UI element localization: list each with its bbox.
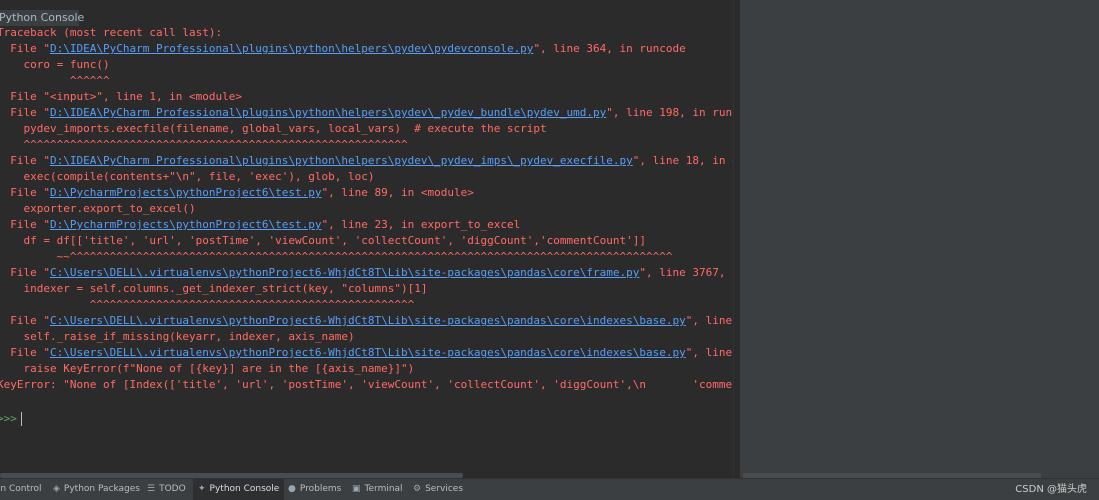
tab-label: Problems (299, 484, 342, 494)
watermark: CSDN @猫头虎 (1015, 484, 1087, 495)
console-line: ^^^^^^^^^^^^^^^^^^^^^^^^^^^^^^^^^^^^^^^^… (0, 137, 733, 153)
console-line: File "D:\IDEA\PyCharm Professional\plugi… (0, 153, 733, 169)
console-line: exec(compile(contents+"\n", file, 'exec'… (0, 169, 733, 185)
tab-label: Python Console (209, 484, 280, 494)
text-cursor (21, 412, 22, 426)
console-line: File "<input>", line 1, in <module> (0, 89, 733, 105)
file-path-link[interactable]: D:\PycharmProjects\pythonProject6\test.p… (50, 218, 322, 231)
file-path-link[interactable]: C:\Users\DELL\.virtualenvs\pythonProject… (50, 346, 686, 359)
console-text: ", line 198, in runfile (606, 106, 733, 119)
console-text: File " (0, 346, 50, 359)
console-line: raise KeyError(f"None of [{key}] are in … (0, 361, 733, 377)
tab-services[interactable]: ⚙ Services (408, 479, 468, 500)
console-line: df = df[['title', 'url', 'postTime', 'vi… (0, 233, 733, 249)
console-line: self._raise_if_missing(keyarr, indexer, … (0, 329, 733, 345)
python-packages-icon: ◈ (53, 484, 60, 494)
tab-label: Services (425, 484, 464, 494)
tab-python-console[interactable]: ✦ Python Console (193, 479, 285, 500)
tab-version-control[interactable]: Version Control (0, 479, 47, 500)
console-text: ", line 364, in runcode (533, 42, 686, 55)
console-text: ", line 23, in export_to_excel (321, 218, 521, 231)
console-text: File " (0, 106, 50, 119)
console-line: File "D:\IDEA\PyCharm Professional\plugi… (0, 41, 733, 57)
tab-python-packages[interactable]: ◈ Python Packages (48, 479, 145, 500)
file-path-link[interactable]: C:\Users\DELL\.virtualenvs\pythonProject… (50, 314, 686, 327)
tab-label: Terminal (364, 484, 403, 494)
console-text: ^^^^^^^^^^^^^^^^^^^^^^^^^^^^^^^^^^^^^^^^… (0, 138, 408, 151)
terminal-icon: ▣ (352, 484, 361, 494)
tab-terminal[interactable]: ▣ Terminal (347, 479, 408, 500)
console-text: File " (0, 154, 50, 167)
console-text: df = df[['title', 'url', 'postTime', 'vi… (0, 234, 647, 247)
console-text: raise KeyError(f"None of [{key}] are in … (0, 362, 415, 375)
console-text: ~~^^^^^^^^^^^^^^^^^^^^^^^^^^^^^^^^^^^^^^… (0, 250, 673, 263)
console-text: ", line 18, in execfile (632, 154, 733, 167)
console-line: File "C:\Users\DELL\.virtualenvs\pythonP… (0, 313, 733, 329)
console-text: ^^^^^^ (0, 74, 110, 87)
console-text: File " (0, 266, 50, 279)
variables-panel[interactable] (740, 0, 1099, 478)
console-line: ^^^^^^ (0, 73, 733, 89)
console-prompt: >>> (0, 412, 17, 425)
console-text: ", line 5938, in _raise_if_missing (685, 346, 733, 359)
tab-label: Python Packages (63, 484, 140, 494)
tab-todo[interactable]: ☰ TODO (142, 479, 191, 500)
tab-label: Version Control (0, 484, 42, 494)
console-line: File "D:\PycharmProjects\pythonProject6\… (0, 217, 733, 233)
console-text: File " (0, 314, 50, 327)
tab-problems[interactable]: ● Problems (283, 479, 346, 500)
console-text: exporter.export_to_excel() (0, 202, 196, 215)
file-path-link[interactable]: D:\IDEA\PyCharm Professional\plugins\pyt… (50, 42, 533, 55)
file-path-link[interactable]: D:\IDEA\PyCharm Professional\plugins\pyt… (50, 106, 606, 119)
console-text: Traceback (most recent call last): (0, 26, 223, 39)
services-icon: ⚙ (413, 484, 422, 494)
traceback-lines: Traceback (most recent call last): File … (0, 25, 733, 393)
console-text: KeyError: "None of [Index(['title', 'url… (0, 378, 733, 391)
console-line: pydev_imports.execfile(filename, global_… (0, 121, 733, 137)
python-console-icon: ✦ (198, 484, 206, 494)
todo-icon: ☰ (147, 484, 156, 494)
console-line: KeyError: "None of [Index(['title', 'url… (0, 377, 733, 393)
console-text: indexer = self.columns._get_indexer_stri… (0, 282, 428, 295)
console-line: ^^^^^^^^^^^^^^^^^^^^^^^^^^^^^^^^^^^^^^^^… (0, 297, 733, 313)
file-path-link[interactable]: C:\Users\DELL\.virtualenvs\pythonProject… (50, 266, 639, 279)
console-text: File " (0, 42, 50, 55)
console-line: ~~^^^^^^^^^^^^^^^^^^^^^^^^^^^^^^^^^^^^^^… (0, 249, 733, 265)
console-text: self._raise_if_missing(keyarr, indexer, … (0, 330, 355, 343)
console-text: File "<input>", line 1, in <module> (0, 90, 243, 103)
console-line: File "D:\PycharmProjects\pythonProject6\… (0, 185, 733, 201)
console-text: ", line 89, in <module> (321, 186, 474, 199)
console-line: indexer = self.columns._get_indexer_stri… (0, 281, 733, 297)
console-title: Python Console (0, 10, 85, 26)
console-text: coro = func() (0, 58, 110, 71)
bottom-tool-window-bar: Version Control◈Python Packages☰TODO✦Pyt… (0, 478, 1099, 500)
console-line: File "C:\Users\DELL\.virtualenvs\pythonP… (0, 345, 733, 361)
console-text: exec(compile(contents+"\n", file, 'exec'… (0, 170, 375, 183)
console-text: pydev_imports.execfile(filename, global_… (0, 122, 547, 135)
console-line: Traceback (most recent call last): (0, 25, 733, 41)
problems-icon: ● (288, 484, 296, 494)
console-line: File "D:\IDEA\PyCharm Professional\plugi… (0, 105, 733, 121)
console-text: File " (0, 218, 50, 231)
file-path-link[interactable]: D:\IDEA\PyCharm Professional\plugins\pyt… (50, 154, 633, 167)
console-output[interactable]: Python Console Traceback (most recent ca… (0, 0, 733, 478)
console-line: File "C:\Users\DELL\.virtualenvs\pythonP… (0, 265, 733, 281)
console-text: ", line 3767, in __getitem__ (639, 266, 733, 279)
console-text: ^^^^^^^^^^^^^^^^^^^^^^^^^^^^^^^^^^^^^^^^… (0, 298, 415, 311)
file-path-link[interactable]: D:\PycharmProjects\pythonProject6\test.p… (50, 186, 322, 199)
tab-label: TODO (159, 484, 186, 494)
console-text: ", line 5877, in _get_indexer_strict (685, 314, 733, 327)
console-text: File " (0, 186, 50, 199)
console-line: exporter.export_to_excel() (0, 201, 733, 217)
console-line: coro = func() (0, 57, 733, 73)
